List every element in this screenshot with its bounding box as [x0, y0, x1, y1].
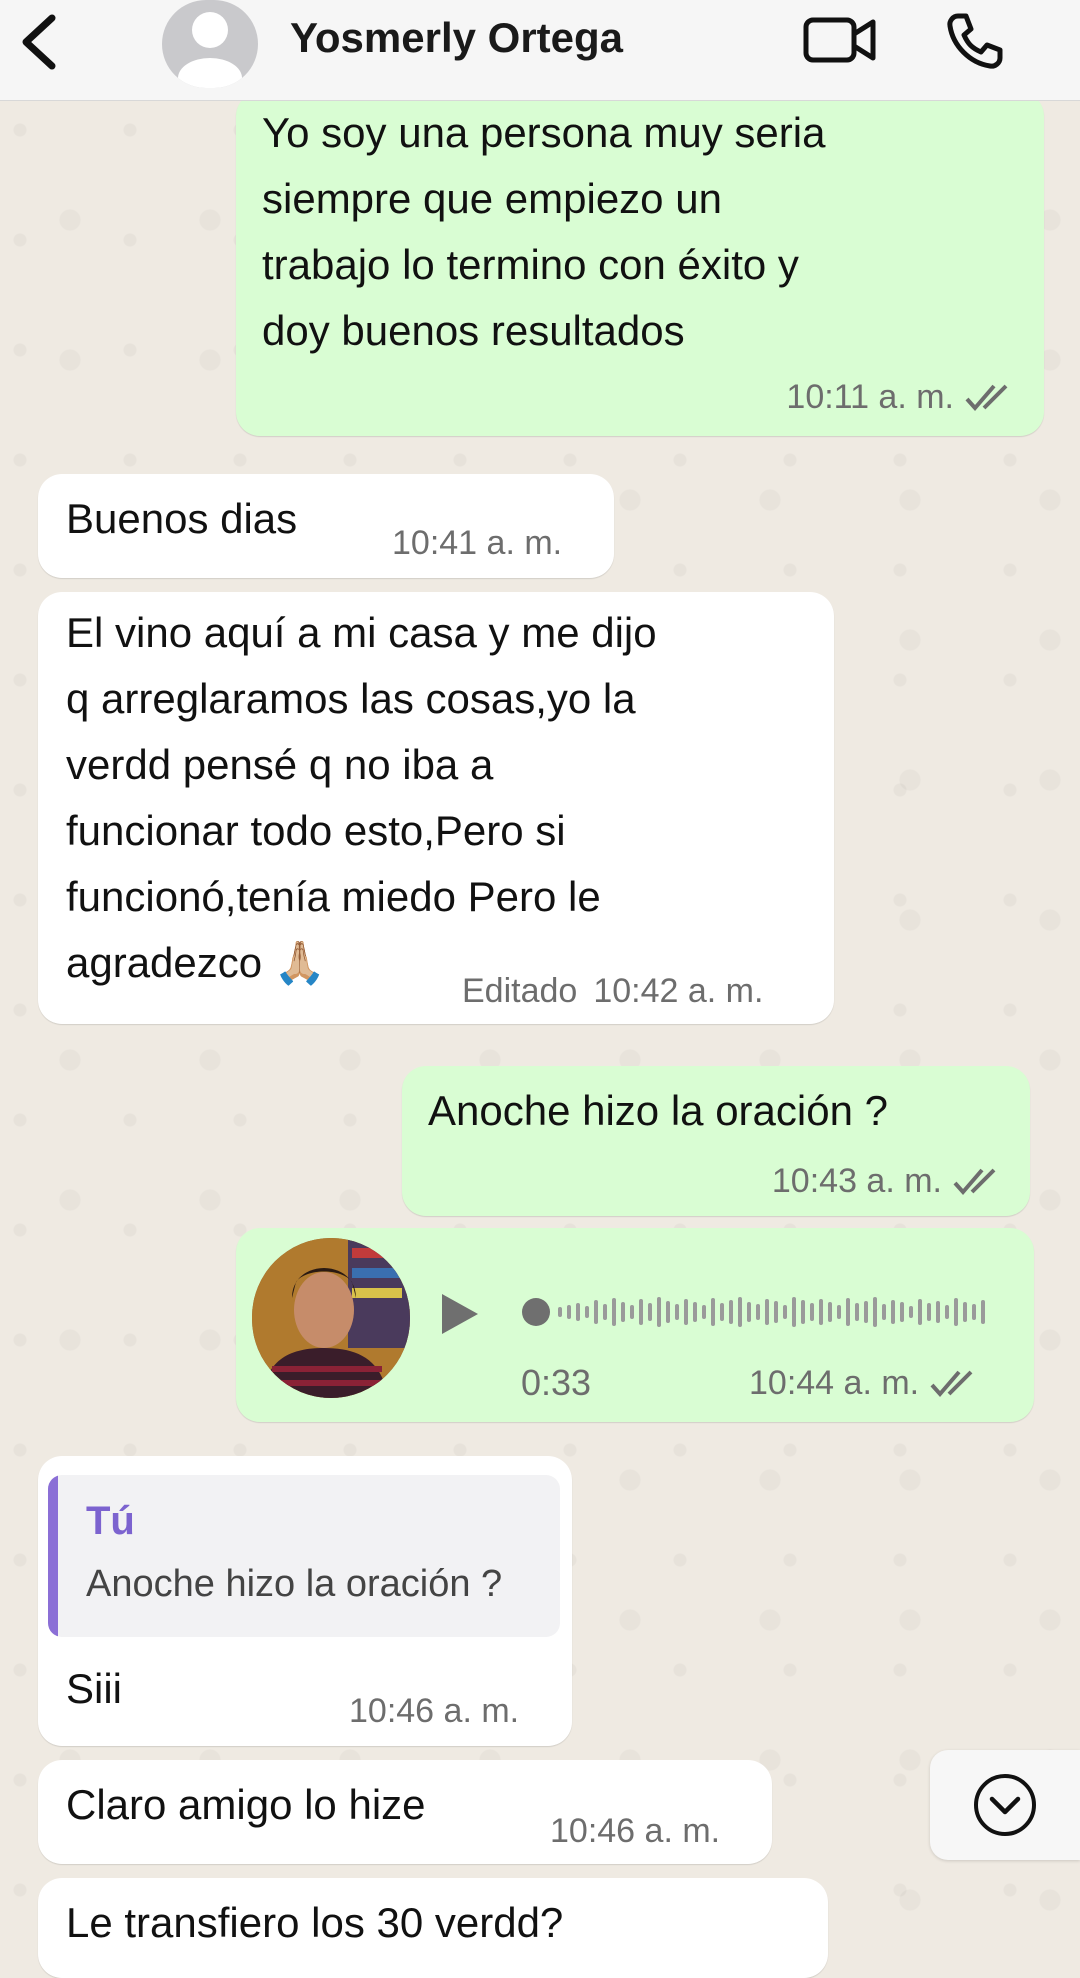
- play-icon[interactable]: [438, 1290, 482, 1338]
- waveform-bar: [756, 1304, 760, 1320]
- message-meta: 10:41 a. m.: [392, 524, 562, 563]
- scroll-to-bottom-button[interactable]: [930, 1750, 1080, 1860]
- message-bubble-incoming[interactable]: Buenos dias 10:41 a. m.: [38, 474, 614, 578]
- waveform-bar: [936, 1301, 940, 1323]
- quote-author: Tú: [86, 1499, 135, 1543]
- waveform-bar: [774, 1301, 778, 1323]
- message-text: Le transfiero los 30 verdd?: [66, 1899, 564, 1946]
- chat-header: Yosmerly Ortega: [0, 0, 1080, 101]
- message-meta: 10:43 a. m.: [772, 1162, 1004, 1201]
- message-text: Anoche hizo la oración ?: [428, 1087, 888, 1134]
- waveform-bar: [648, 1303, 652, 1321]
- waveform-bar: [909, 1306, 913, 1318]
- waveform-bar: [828, 1302, 832, 1322]
- message-bubble-incoming[interactable]: Claro amigo lo hize 10:46 a. m.: [38, 1760, 772, 1864]
- waveform-bar: [882, 1304, 886, 1320]
- waveform-bar: [900, 1302, 904, 1322]
- quote-accent-bar: [48, 1475, 58, 1637]
- waveform-bar: [891, 1300, 895, 1324]
- message-bubble-outgoing[interactable]: Yo soy una persona muy seria siempre que…: [236, 92, 1044, 436]
- message-bubble-incoming[interactable]: El vino aquí a mi casa y me dijo q arreg…: [38, 592, 834, 1024]
- waveform-bar: [720, 1303, 724, 1321]
- waveform-bar: [945, 1305, 949, 1319]
- waveform-bar: [576, 1303, 580, 1321]
- message-bubble-outgoing[interactable]: Anoche hizo la oración ? 10:43 a. m.: [402, 1066, 1030, 1216]
- edited-label: Editado: [462, 972, 578, 1010]
- message-time: 10:11 a. m.: [786, 378, 954, 416]
- waveform-bar: [963, 1302, 967, 1322]
- message-meta: 10:44 a. m.: [749, 1364, 981, 1403]
- waveform-bar: [603, 1304, 607, 1320]
- waveform-bar: [612, 1298, 616, 1326]
- audio-waveform[interactable]: [520, 1290, 994, 1334]
- waveform-bar: [594, 1300, 598, 1324]
- waveform-bar: [927, 1303, 931, 1321]
- waveform-bar: [621, 1302, 625, 1322]
- waveform-bar: [873, 1297, 877, 1327]
- double-check-icon: [930, 1370, 973, 1397]
- quote-text: Anoche hizo la oración ?: [86, 1563, 503, 1605]
- waveform-bar: [675, 1304, 679, 1320]
- message-meta: 10:46 a. m.: [550, 1812, 720, 1851]
- message-text: Claro amigo lo hize: [66, 1781, 426, 1828]
- waveform-bar: [747, 1302, 751, 1322]
- video-call-icon[interactable]: [803, 14, 877, 66]
- waveform-bar: [585, 1306, 589, 1318]
- waveform-bar: [693, 1302, 697, 1322]
- waveform-bar: [639, 1299, 643, 1325]
- playback-position-knob[interactable]: [522, 1298, 550, 1326]
- message-bubble-incoming[interactable]: Le transfiero los 30 verdd?: [38, 1878, 828, 1978]
- waveform-bar: [846, 1298, 850, 1326]
- waveform-bar: [702, 1305, 706, 1319]
- message-text: Siii: [66, 1665, 123, 1712]
- waveform-bar: [864, 1301, 868, 1323]
- waveform-bar: [972, 1304, 976, 1320]
- message-text: Yo soy una persona muy seria siempre que…: [262, 109, 826, 354]
- message-time: 10:44 a. m.: [749, 1364, 920, 1402]
- phone-call-icon[interactable]: [944, 10, 1004, 70]
- contact-name[interactable]: Yosmerly Ortega: [290, 14, 623, 62]
- waveform-bar: [738, 1297, 742, 1327]
- waveform-bar: [792, 1297, 796, 1327]
- waveform-bar: [567, 1305, 571, 1319]
- message-text: El vino aquí a mi casa y me dijo q arreg…: [66, 609, 657, 986]
- sender-avatar-photo: [252, 1238, 410, 1398]
- message-time: 10:42 a. m.: [593, 972, 764, 1010]
- quoted-message[interactable]: Tú Anoche hizo la oración ?: [48, 1475, 560, 1637]
- waveform-bar: [981, 1300, 985, 1324]
- waveform-bar: [783, 1305, 787, 1319]
- chevron-down-circle-icon: [974, 1774, 1036, 1836]
- waveform-bar: [630, 1305, 634, 1319]
- message-meta: Editado 10:42 a. m.: [462, 972, 763, 1011]
- message-meta: 10:46 a. m.: [349, 1692, 519, 1731]
- waveform-bar: [711, 1298, 715, 1326]
- waveform-bar: [765, 1299, 769, 1325]
- waveform-bar: [954, 1298, 958, 1326]
- contact-avatar[interactable]: [162, 0, 258, 88]
- waveform-bar: [657, 1297, 661, 1327]
- back-chevron-icon[interactable]: [14, 12, 64, 72]
- waveform-bar: [666, 1301, 670, 1323]
- waveform-bar: [729, 1300, 733, 1324]
- waveform-bar: [837, 1305, 841, 1319]
- message-time: 10:46 a. m.: [550, 1812, 721, 1850]
- waveform-bar: [801, 1300, 805, 1324]
- voice-duration: 0:33: [521, 1362, 592, 1403]
- waveform-bar: [810, 1303, 814, 1321]
- message-text: Buenos dias: [66, 495, 298, 542]
- message-time: 10:46 a. m.: [349, 1692, 520, 1730]
- waveform-bar: [819, 1299, 823, 1325]
- waveform-bar: [855, 1303, 859, 1321]
- waveform-bar: [918, 1299, 922, 1325]
- waveform-bar: [684, 1299, 688, 1325]
- default-avatar-icon: [178, 12, 242, 88]
- double-check-icon: [953, 1168, 996, 1195]
- double-check-icon: [965, 384, 1008, 411]
- message-meta: 10:11 a. m.: [786, 378, 1016, 417]
- message-time: 10:41 a. m.: [392, 524, 563, 562]
- message-time: 10:43 a. m.: [771, 1162, 942, 1200]
- waveform-bar: [558, 1307, 562, 1317]
